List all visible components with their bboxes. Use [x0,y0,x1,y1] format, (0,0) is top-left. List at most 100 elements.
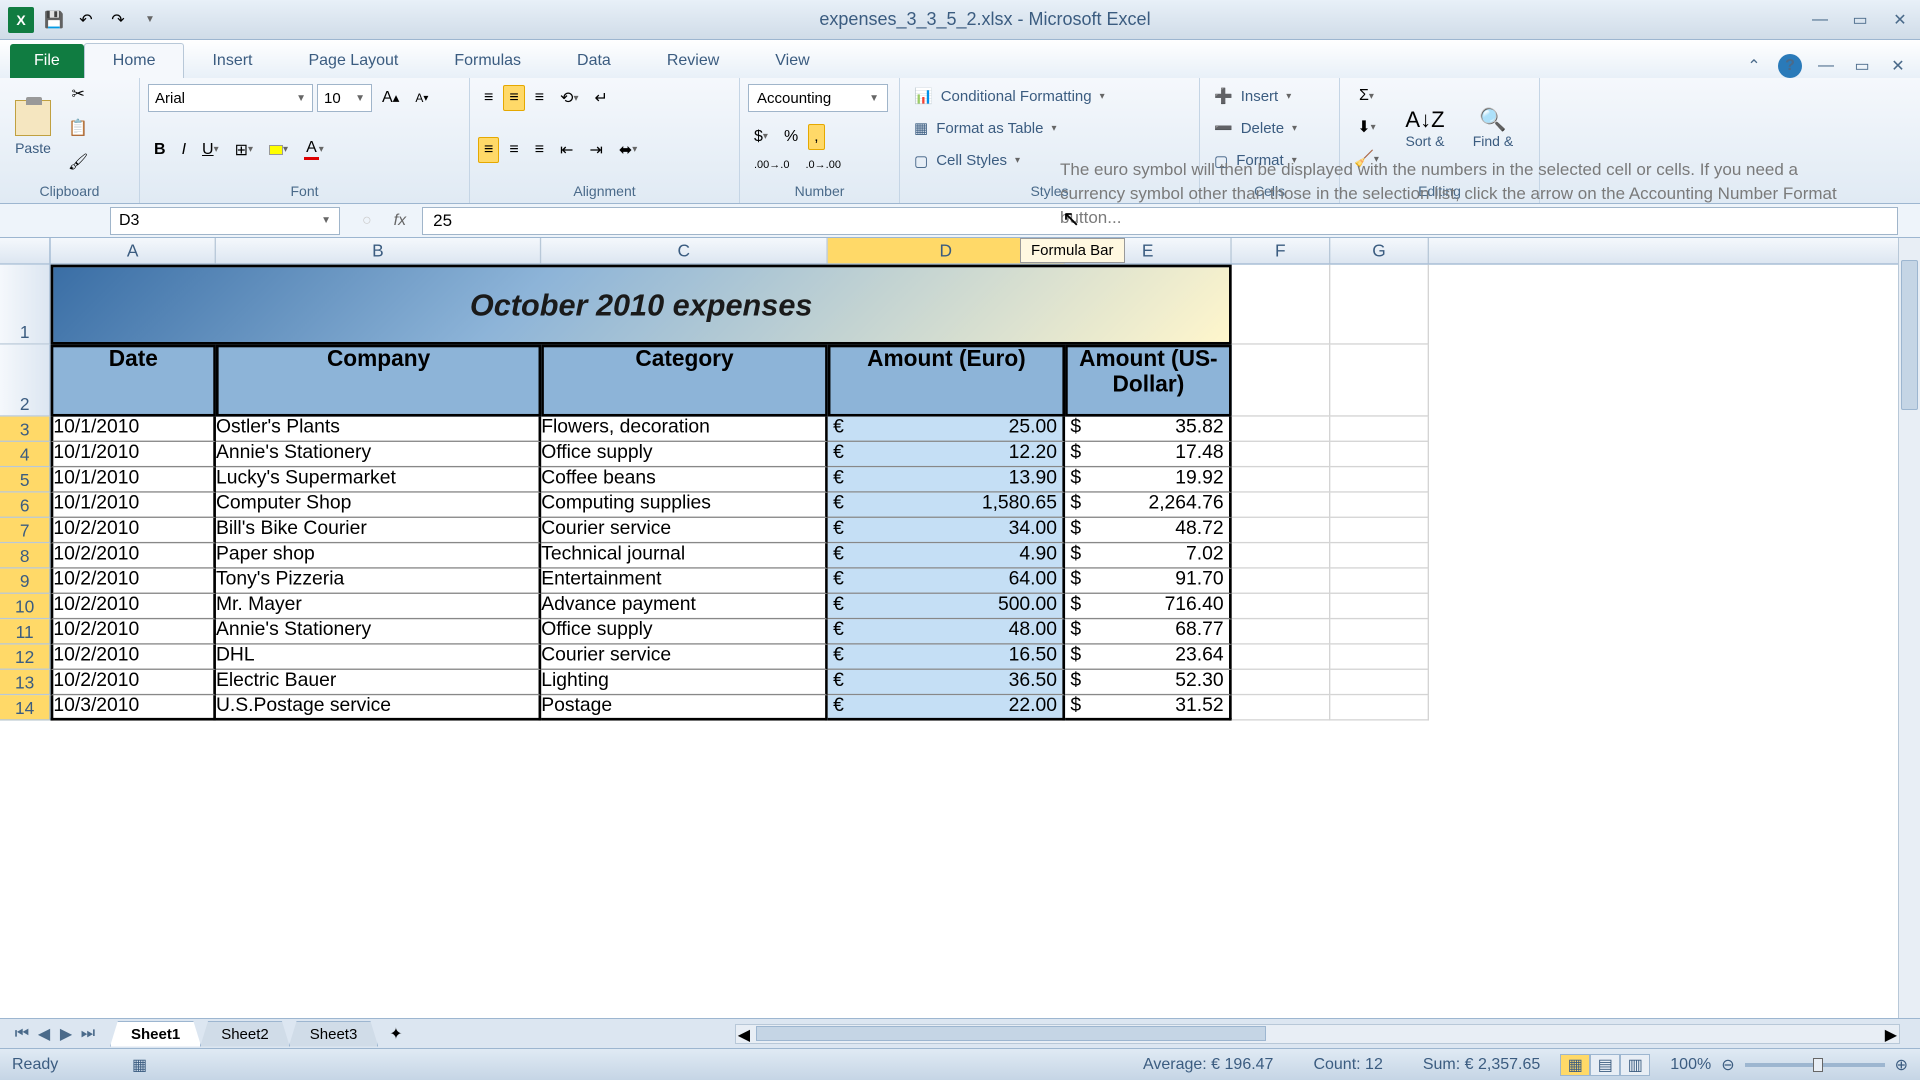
sheet-nav-next-icon[interactable]: ▶ [56,1025,76,1043]
row-header[interactable]: 14 [0,695,51,720]
hscroll-right-icon[interactable]: ▶ [1885,1025,1897,1045]
cell-company[interactable]: Annie's Stationery [216,442,541,467]
header-company[interactable]: Company [216,345,541,417]
decrease-decimal-icon[interactable]: .0→.00 [799,155,846,175]
cell-usd[interactable]: $19.92 [1065,467,1232,492]
tab-review[interactable]: Review [639,44,747,78]
cell-date[interactable]: 10/2/2010 [51,619,216,644]
paste-button[interactable]: Paste [8,91,58,165]
sort-filter-button[interactable]: A↓Z Sort & [1397,91,1453,165]
cell-company[interactable]: Mr. Mayer [216,594,541,619]
cell-euro[interactable]: €4.90 [828,543,1065,568]
minimize-ribbon-icon[interactable]: ⌃ [1742,54,1766,78]
excel-icon[interactable]: X [8,7,34,33]
formula-input[interactable]: 25 [422,207,1898,235]
name-box[interactable]: D3▼ [110,207,340,235]
tab-formulas[interactable]: Formulas [426,44,549,78]
row-header-2[interactable]: 2 [0,345,51,417]
merge-center-icon[interactable]: ⬌▾ [613,136,643,164]
cell-usd[interactable]: $2,264.76 [1065,493,1232,518]
cell-category[interactable]: Advance payment [541,594,828,619]
header-date[interactable]: Date [51,345,216,417]
tab-page-layout[interactable]: Page Layout [280,44,426,78]
cell-usd[interactable]: $7.02 [1065,543,1232,568]
close-icon[interactable]: ✕ [1888,10,1912,30]
cell-date[interactable]: 10/1/2010 [51,442,216,467]
zoom-out-icon[interactable]: ⊖ [1721,1055,1734,1075]
currency-icon[interactable]: $▾ [748,124,774,150]
align-middle-icon[interactable]: ≡ [503,85,524,111]
zoom-slider[interactable] [1745,1063,1885,1067]
font-color-icon[interactable]: A▾ [298,135,330,164]
cell-category[interactable]: Courier service [541,518,828,543]
cell-company[interactable]: Paper shop [216,543,541,568]
row-header-1[interactable]: 1 [0,265,51,345]
cell-company[interactable]: Computer Shop [216,493,541,518]
cell-date[interactable]: 10/2/2010 [51,645,216,670]
cell-date[interactable]: 10/1/2010 [51,417,216,442]
cell-euro[interactable]: €1,580.65 [828,493,1065,518]
horizontal-scrollbar[interactable]: ◀ ▶ [735,1024,1900,1044]
orientation-icon[interactable]: ⟲▾ [554,84,584,112]
header-euro[interactable]: Amount (Euro) [828,345,1065,417]
col-header-a[interactable]: A [51,238,216,263]
sheet-nav-first-icon[interactable]: ⏮ [12,1025,32,1043]
grow-font-icon[interactable]: A▴ [376,85,405,111]
redo-icon[interactable]: ↷ [106,8,130,32]
cell-date[interactable]: 10/2/2010 [51,569,216,594]
zoom-level[interactable]: 100% [1670,1056,1711,1074]
minimize-icon[interactable]: — [1808,10,1832,30]
bold-button[interactable]: B [148,137,172,163]
save-icon[interactable]: 💾 [42,8,66,32]
cell-euro[interactable]: €48.00 [828,619,1065,644]
vertical-scrollbar[interactable] [1898,238,1920,1018]
row-header[interactable]: 3 [0,417,51,442]
cell-company[interactable]: DHL [216,645,541,670]
cell-usd[interactable]: $68.77 [1065,619,1232,644]
window-close-icon[interactable]: ✕ [1886,54,1910,78]
italic-button[interactable]: I [176,137,192,163]
cell-euro[interactable]: €25.00 [828,417,1065,442]
cell-category[interactable]: Technical journal [541,543,828,568]
select-all-corner[interactable] [0,238,51,263]
align-right-icon[interactable]: ≡ [529,137,550,163]
font-size-dropdown[interactable]: 10▼ [317,84,372,112]
delete-cells-button[interactable]: ➖ Delete ▾ [1208,116,1331,140]
view-page-layout-icon[interactable]: ▤ [1590,1054,1620,1076]
col-header-f[interactable]: F [1232,238,1331,263]
cell-company[interactable]: Tony's Pizzeria [216,569,541,594]
cell-category[interactable]: Office supply [541,442,828,467]
help-icon[interactable]: ? [1778,54,1802,78]
cell-company[interactable]: Bill's Bike Courier [216,518,541,543]
align-center-icon[interactable]: ≡ [503,137,524,163]
cell-category[interactable]: Lighting [541,670,828,695]
vscroll-thumb[interactable] [1901,260,1918,410]
cell-date[interactable]: 10/1/2010 [51,467,216,492]
sheet-title-cell[interactable]: October 2010 expenses [51,265,1232,345]
align-top-icon[interactable]: ≡ [478,85,499,111]
sheet-tab-3[interactable]: Sheet3 [289,1021,379,1047]
cell-usd[interactable]: $23.64 [1065,645,1232,670]
cell-category[interactable]: Office supply [541,619,828,644]
cell-category[interactable]: Flowers, decoration [541,417,828,442]
clear-icon[interactable]: 🧹▾ [1348,145,1385,173]
find-select-button[interactable]: 🔍 Find & [1465,91,1521,165]
cancel-formula-icon[interactable]: ○ [362,212,372,230]
row-header[interactable]: 9 [0,569,51,594]
cut-icon[interactable]: ✂ [62,80,94,108]
undo-icon[interactable]: ↶ [74,8,98,32]
autosum-icon[interactable]: Σ▾ [1348,83,1385,109]
increase-decimal-icon[interactable]: .00→.0 [748,155,795,175]
row-header[interactable]: 12 [0,645,51,670]
cell-company[interactable]: Electric Bauer [216,670,541,695]
sheet-tab-1[interactable]: Sheet1 [110,1021,201,1047]
cell-category[interactable]: Postage [541,695,828,720]
shrink-font-icon[interactable]: A▾ [409,87,434,109]
format-as-table-button[interactable]: ▦ Format as Table ▾ [908,116,1191,140]
conditional-formatting-button[interactable]: 📊 Conditional Formatting ▾ [908,84,1191,108]
row-header[interactable]: 13 [0,670,51,695]
cell-euro[interactable]: €12.20 [828,442,1065,467]
cell-usd[interactable]: $17.48 [1065,442,1232,467]
align-bottom-icon[interactable]: ≡ [529,85,550,111]
cell-euro[interactable]: €64.00 [828,569,1065,594]
